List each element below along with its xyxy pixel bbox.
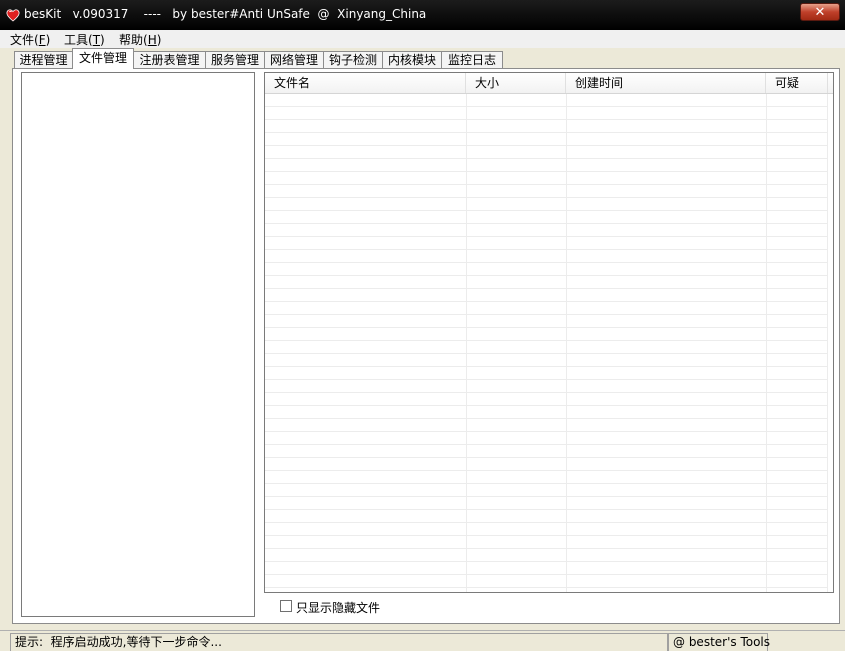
menu-help[interactable]: 帮助(H) xyxy=(119,31,161,48)
menu-file[interactable]: 文件(F) xyxy=(10,31,50,48)
heart-icon xyxy=(6,9,20,22)
hidden-only-label: 只显示隐藏文件 xyxy=(296,601,381,615)
window-title: besKit v.090317 ---- by bester#Anti UnSa… xyxy=(24,7,427,21)
tab-network[interactable]: 网络管理 xyxy=(264,51,324,68)
close-button[interactable]: ✕ xyxy=(800,3,840,21)
folder-tree[interactable] xyxy=(21,72,255,617)
column-header-suspicious[interactable]: 可疑 xyxy=(766,73,828,93)
file-list[interactable]: 文件名 大小 创建时间 可疑 xyxy=(264,72,834,593)
column-divider xyxy=(766,94,767,592)
tab-service[interactable]: 服务管理 xyxy=(205,51,265,68)
tab-registry[interactable]: 注册表管理 xyxy=(133,51,206,68)
column-divider xyxy=(466,94,467,592)
hidden-only-checkbox[interactable] xyxy=(280,600,292,612)
status-bar: 提示: 程序启动成功,等待下一步命令... @ bester's Tools xyxy=(0,630,845,651)
title-bar: besKit v.090317 ---- by bester#Anti UnSa… xyxy=(0,0,845,30)
tab-monitor[interactable]: 监控日志 xyxy=(441,51,503,68)
column-header-size[interactable]: 大小 xyxy=(466,73,566,93)
column-divider xyxy=(827,94,828,592)
menu-bar: 文件(F) 工具(T) 帮助(H) xyxy=(0,30,845,48)
tab-strip: 进程管理 文件管理 注册表管理 服务管理 网络管理 钩子检测 内核模块 监控日志 xyxy=(12,48,832,69)
column-divider xyxy=(566,94,567,592)
tab-process[interactable]: 进程管理 xyxy=(14,51,73,68)
file-list-header: 文件名 大小 创建时间 可疑 xyxy=(265,73,833,94)
tab-hook[interactable]: 钩子检测 xyxy=(323,51,383,68)
status-credit: @ bester's Tools xyxy=(668,633,770,651)
tab-kernel[interactable]: 内核模块 xyxy=(382,51,442,68)
status-message: 提示: 程序启动成功,等待下一步命令... xyxy=(10,633,668,651)
menu-tools[interactable]: 工具(T) xyxy=(64,31,105,48)
column-header-created[interactable]: 创建时间 xyxy=(566,73,766,93)
file-list-rows[interactable] xyxy=(265,94,827,592)
tab-file[interactable]: 文件管理 xyxy=(72,48,134,69)
close-icon: ✕ xyxy=(814,5,826,20)
column-header-filename[interactable]: 文件名 xyxy=(265,73,466,93)
